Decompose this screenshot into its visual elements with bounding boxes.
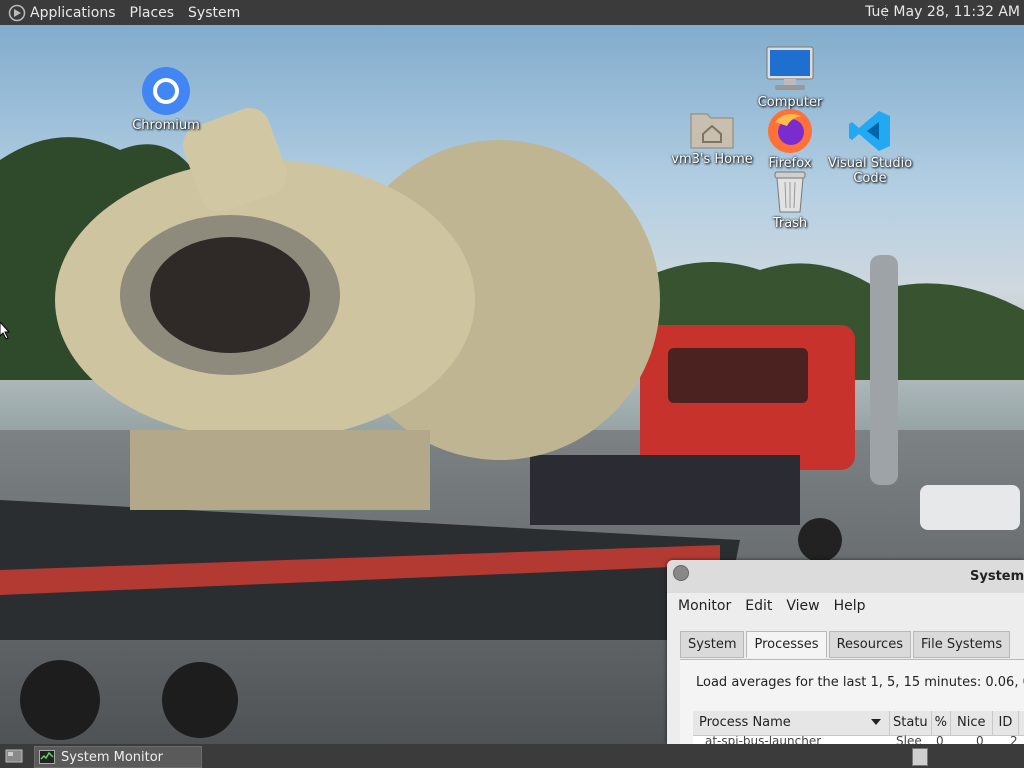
vscode-icon	[849, 111, 890, 151]
process-status: Slee	[896, 734, 922, 744]
process-table-header: Process Name Statu % Nice ID	[693, 711, 1024, 736]
taskbar-button-system-monitor[interactable]: System Monitor	[34, 746, 202, 768]
bottom-panel: System Monitor	[0, 744, 1024, 768]
trash-icon	[774, 171, 806, 213]
column-id[interactable]: ID	[993, 711, 1020, 735]
desktop-icon-label: Chromium	[132, 118, 200, 133]
tab-bar: System Processes Resources File Systems	[680, 631, 1012, 658]
tab-file-systems[interactable]: File Systems	[912, 631, 1011, 658]
desktop-icon-label: Trash	[772, 216, 808, 231]
window-title: System M	[970, 569, 1024, 584]
top-panel: Applications Places System Tue May 28, 1…	[0, 0, 1024, 25]
system-monitor-icon	[39, 750, 55, 764]
clock[interactable]: Tue May 28, 11:32 AM	[865, 4, 1020, 20]
desktop-icon-label: Visual Studio Code	[827, 156, 913, 186]
menu-help[interactable]: Help	[827, 598, 873, 614]
firefox-icon	[768, 109, 812, 153]
computer-icon	[766, 46, 814, 90]
sort-descending-icon	[871, 719, 881, 725]
tab-processes[interactable]: Processes	[746, 631, 827, 658]
show-desktop-icon	[5, 749, 23, 763]
applications-menu-icon[interactable]	[8, 4, 26, 22]
column-label: Process Name	[699, 715, 791, 730]
load-averages: Load averages for the last 1, 5, 15 minu…	[696, 675, 1024, 690]
workspace-switcher[interactable]	[912, 748, 928, 766]
places-menu[interactable]: Places	[123, 5, 182, 21]
desktop-icon-computer[interactable]: Computer	[740, 45, 840, 110]
tab-resources[interactable]: Resources	[828, 631, 911, 658]
applications-menu[interactable]: Applications	[26, 5, 123, 21]
menu-view[interactable]: View	[779, 598, 826, 614]
desktop-icon-chromium[interactable]: Chromium	[116, 66, 216, 133]
process-name: at-spi-bus-launcher	[705, 736, 822, 744]
taskbar-label: System Monitor	[61, 749, 164, 765]
process-id: 2	[1010, 734, 1018, 744]
tab-system[interactable]: System	[680, 631, 745, 658]
window-close-button[interactable]	[673, 565, 689, 581]
home-folder-icon	[690, 113, 734, 149]
column-process-name[interactable]: Process Name	[693, 711, 890, 735]
menu-edit[interactable]: Edit	[738, 598, 779, 614]
menu-monitor[interactable]: Monitor	[671, 598, 738, 614]
mouse-cursor-icon	[0, 322, 10, 340]
column-nice[interactable]: Nice	[951, 711, 993, 735]
process-nice: 0	[976, 734, 984, 744]
column-status[interactable]: Statu	[890, 711, 932, 735]
show-desktop-button[interactable]	[3, 747, 25, 765]
processes-panel: Load averages for the last 1, 5, 15 minu…	[680, 659, 1024, 744]
menubar: Monitor Edit View Help	[667, 593, 1024, 618]
system-monitor-window: System M Monitor Edit View Help System P…	[667, 560, 1024, 744]
chromium-icon	[142, 67, 190, 115]
window-titlebar[interactable]: System M	[667, 560, 1024, 593]
process-cpu: 0	[936, 734, 944, 744]
process-table[interactable]: Process Name Statu % Nice ID at-spi-bus-…	[693, 711, 1024, 744]
table-row[interactable]: at-spi-bus-launcher Slee 0 0 2	[693, 734, 1024, 744]
system-menu[interactable]: System	[181, 5, 247, 21]
column-cpu[interactable]: %	[932, 711, 952, 735]
desktop-icon-trash[interactable]: Trash	[740, 168, 840, 231]
